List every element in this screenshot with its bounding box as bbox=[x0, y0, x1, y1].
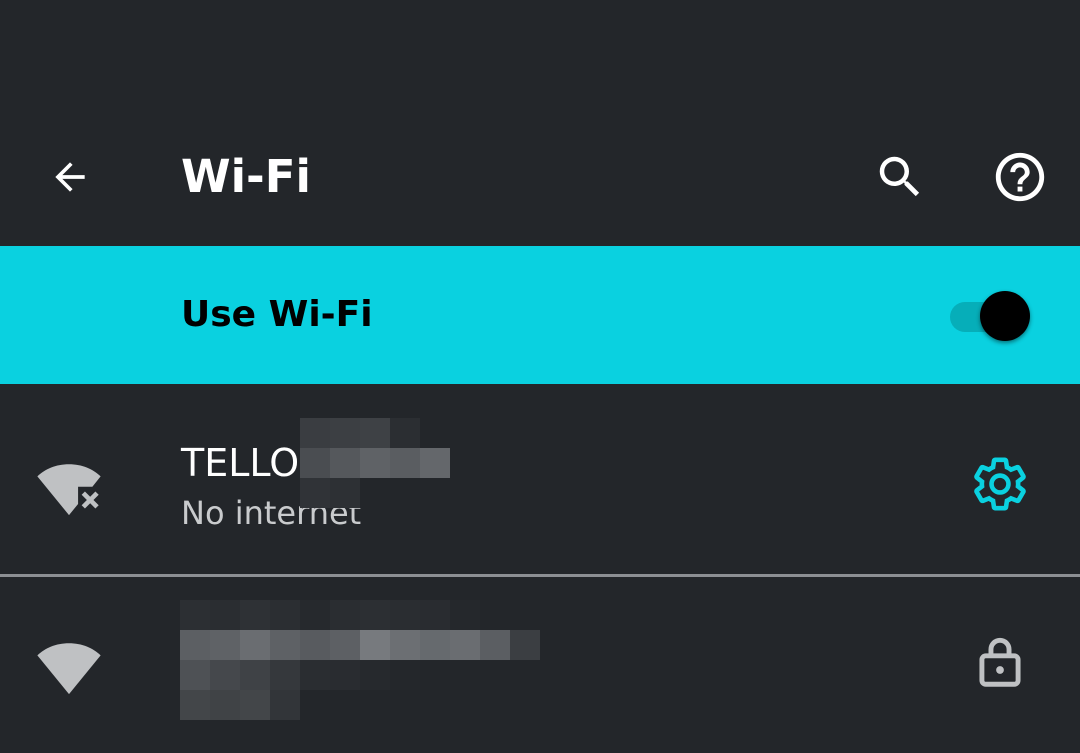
redacted-network-mosaic bbox=[180, 600, 540, 720]
toggle-thumb bbox=[980, 291, 1030, 341]
help-button[interactable] bbox=[978, 135, 1062, 219]
wifi-no-internet-icon bbox=[37, 464, 101, 516]
search-button[interactable] bbox=[858, 135, 942, 219]
network-ssid: TELLO- bbox=[181, 441, 314, 485]
app-bar: Wi-Fi bbox=[0, 108, 1080, 246]
back-button[interactable] bbox=[28, 135, 112, 219]
wifi-settings-screen: Wi-Fi Use Wi-Fi TELLO- No internet bbox=[0, 0, 1080, 753]
lock-icon bbox=[979, 637, 1021, 687]
search-icon bbox=[879, 156, 920, 197]
use-wifi-label: Use Wi-Fi bbox=[181, 294, 373, 335]
use-wifi-toggle[interactable] bbox=[948, 288, 1034, 344]
network-settings-button[interactable] bbox=[958, 442, 1042, 526]
secured-indicator bbox=[962, 623, 1038, 699]
network-item[interactable] bbox=[0, 577, 1080, 753]
arrow-back-icon bbox=[55, 162, 85, 192]
use-wifi-row[interactable]: Use Wi-Fi bbox=[0, 246, 1080, 384]
page-title: Wi-Fi bbox=[181, 150, 311, 203]
wifi-full-icon bbox=[37, 643, 101, 695]
network-item[interactable]: TELLO- No internet bbox=[0, 384, 1080, 574]
redacted-ssid-mosaic bbox=[300, 418, 450, 508]
help-circle-icon bbox=[995, 152, 1045, 202]
settings-gear-icon bbox=[974, 457, 1026, 511]
status-bar bbox=[0, 0, 1080, 108]
